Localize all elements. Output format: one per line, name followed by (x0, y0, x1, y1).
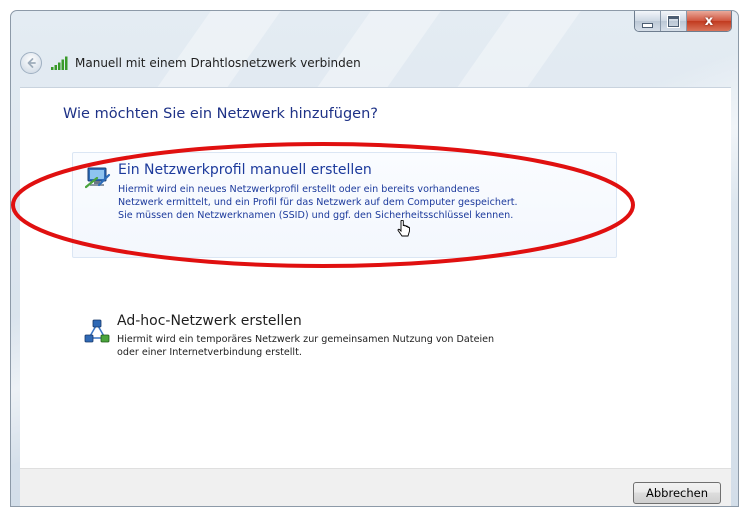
adhoc-network-icon (84, 319, 110, 343)
wizard-window: x Manuell mit einem Drahtlosnetzwerk ver… (10, 10, 739, 507)
navigation-bar: Manuell mit einem Drahtlosnetzwerk verbi… (11, 44, 738, 80)
back-arrow-icon (27, 58, 36, 68)
close-icon: x (704, 13, 714, 29)
window-title: Manuell mit einem Drahtlosnetzwerk verbi… (75, 56, 361, 70)
page-heading: Wie möchten Sie ein Netzwerk hinzufügen? (63, 106, 378, 122)
footer-bar: Abbrechen (20, 468, 731, 506)
maximize-icon (667, 14, 680, 28)
maximize-button[interactable] (661, 11, 687, 31)
option-manual-profile-description: Hiermit wird ein neues Netzwerkprofil er… (118, 183, 608, 222)
cancel-button[interactable]: Abbrechen (633, 482, 721, 504)
network-profile-icon (85, 167, 111, 189)
description-line: Hiermit wird ein temporäres Netzwerk zur… (117, 334, 495, 345)
description-line: Sie müssen den Netzwerknamen (SSID) und … (118, 210, 514, 221)
option-adhoc-network-description: Hiermit wird ein temporäres Netzwerk zur… (117, 333, 607, 359)
wireless-signal-icon (51, 56, 68, 70)
minimize-button[interactable] (635, 11, 661, 31)
content-pane: Wie möchten Sie ein Netzwerk hinzufügen?… (20, 87, 731, 469)
option-manual-profile-title: Ein Netzwerkprofil manuell erstellen (118, 162, 372, 178)
option-adhoc-network[interactable]: Ad-hoc-Netzwerk erstellen Hiermit wird e… (72, 305, 617, 375)
description-line: Hiermit wird ein neues Netzwerkprofil er… (118, 184, 480, 195)
mouse-cursor-icon (397, 220, 410, 237)
option-adhoc-network-title: Ad-hoc-Netzwerk erstellen (117, 313, 302, 329)
back-button[interactable] (20, 52, 42, 74)
description-line: Netzwerk ermittelt, und ein Profil für d… (118, 197, 518, 208)
option-manual-profile[interactable]: Ein Netzwerkprofil manuell erstellen Hie… (72, 152, 617, 258)
caption-buttons: x (634, 11, 732, 32)
titlebar[interactable]: x (11, 11, 738, 41)
minimize-icon (642, 22, 653, 28)
description-line: oder einer Internetverbindung erstellt. (117, 347, 302, 358)
close-button[interactable]: x (687, 11, 731, 31)
